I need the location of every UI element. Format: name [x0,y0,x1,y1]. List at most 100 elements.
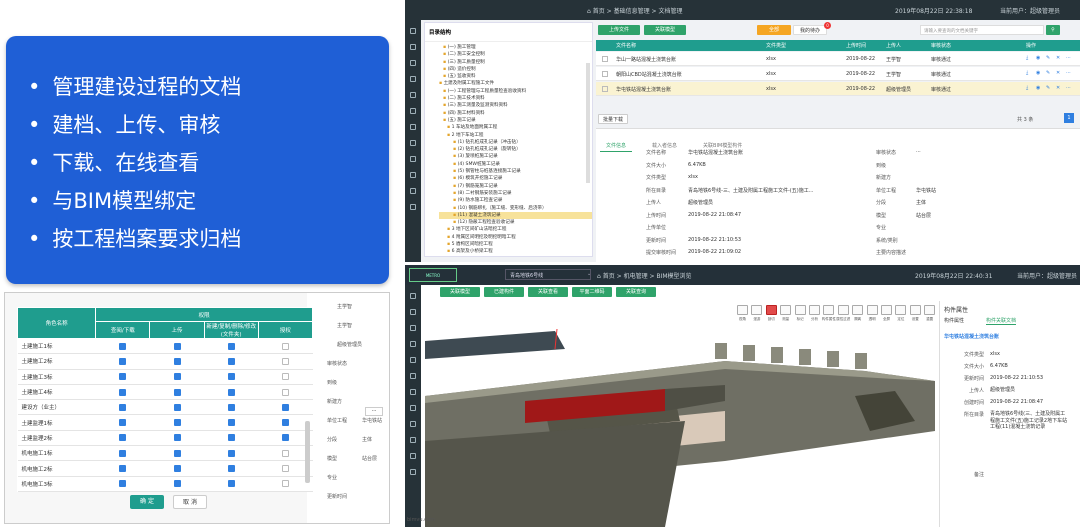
more-icon[interactable]: ⋯ [1066,85,1071,91]
tree-node[interactable]: ▪ 3 地下区间矿山法暗挖工程 [439,226,592,233]
sidebar-nav-icon[interactable] [410,140,416,146]
permission-checkbox[interactable] [281,449,289,457]
bim-action-button[interactable]: 关联模型 [440,287,480,297]
permission-checkbox[interactable] [173,357,181,365]
tree-node[interactable]: ▪ (二) 施工技术资料 [439,95,592,102]
tree-node[interactable]: ▪ (12) 隐蔽工程检查验收记录 [439,219,592,226]
permission-checkbox[interactable] [173,465,181,473]
permission-checkbox[interactable] [119,342,127,350]
dialog-scrollbar[interactable] [305,421,310,483]
permission-checkbox[interactable] [119,419,127,427]
permission-checkbox[interactable] [173,403,181,411]
permission-checkbox[interactable] [227,434,235,442]
tree-node[interactable]: ▪ (2) 钻孔桩成孔记录（旋转钻） [439,146,592,153]
permission-checkbox[interactable] [227,403,235,411]
permission-checkbox[interactable] [119,357,127,365]
detail-tab[interactable]: 文件信息 [600,140,633,152]
bim-tool-button[interactable] [837,305,849,315]
tree-node[interactable]: ▪ 2 地下车站工程 [439,132,592,139]
view-icon[interactable]: ◉ [1036,85,1040,91]
tree-node[interactable]: ▪ (五) 监收资料 [439,73,592,80]
tree-node[interactable]: ▪ (9) 防水施工检查记录 [439,197,592,204]
sidebar-nav-icon[interactable] [410,44,416,50]
tree-node[interactable]: ▪ (3) 旋喷桩施工记录 [439,153,592,160]
breadcrumb2-home[interactable]: 首页 [603,273,615,280]
bim-tool-button[interactable] [909,305,921,315]
view-icon[interactable]: ◉ [1036,55,1040,61]
edit-icon[interactable]: ✎ [1046,85,1050,91]
link-model-button[interactable]: 关联模型 [644,25,686,35]
sidebar-nav-icon[interactable] [410,437,416,443]
bim-viewport[interactable] [425,301,935,527]
tab-all[interactable]: 全部 [757,25,791,35]
permission-checkbox[interactable] [173,434,181,442]
delete-icon[interactable]: ✕ [1056,85,1060,91]
tree-node[interactable]: ▪ (10) 钢筋绑扎（施工缝、变形缝、后浇带） [439,205,592,212]
sidebar-nav-icon[interactable] [410,124,416,130]
permission-checkbox[interactable] [281,373,289,381]
view-icon[interactable]: ◉ [1036,70,1040,76]
sidebar-nav-icon[interactable] [410,325,416,331]
bim-tool-button[interactable] [924,305,936,315]
sidebar-nav-icon[interactable] [410,421,416,427]
permission-checkbox[interactable] [227,388,235,396]
permission-checkbox[interactable] [173,342,181,350]
tree-node[interactable]: ▪ (4) SMW桩施工记录 [439,161,592,168]
permission-checkbox[interactable] [119,388,127,396]
tree-node[interactable]: ▪ 6 高架及小桥梁工程 [439,248,592,255]
permission-checkbox[interactable] [281,403,289,411]
more-icon[interactable]: ⋯ [1066,55,1071,61]
tree-node[interactable]: ▪ (5) 钢管柱与桩基连接施工记录 [439,168,592,175]
project-select[interactable]: 青岛地铁6号线 [505,269,591,280]
breadcrumb2-mep[interactable]: 机电管理 [624,273,648,280]
bim-tool-button[interactable] [794,305,806,315]
download-icon[interactable]: ⤓ [1026,85,1028,91]
tree-node[interactable]: ▪ (四) 造价控制 [439,66,592,73]
permission-checkbox[interactable] [227,465,235,473]
edit-icon[interactable]: ✎ [1046,55,1050,61]
sidebar-nav-icon[interactable] [410,405,416,411]
permission-checkbox[interactable] [173,388,181,396]
permission-checkbox[interactable] [173,373,181,381]
permission-checkbox[interactable] [281,419,289,427]
permission-checkbox[interactable] [119,465,127,473]
permission-checkbox[interactable] [119,480,127,488]
bim-tool-button[interactable] [895,305,907,315]
linked-doc-name[interactable]: 华屯铁站混凝土浇筑台账 [944,333,999,340]
breadcrumb-home[interactable]: 首页 [593,8,605,15]
bim-tool-button[interactable] [881,305,892,315]
permission-checkbox[interactable] [281,480,289,488]
breadcrumb-basic[interactable]: 基础信息管理 [614,8,650,15]
cancel-button[interactable]: 取 消 [173,495,207,509]
ptab-properties[interactable]: 构件属性 [944,317,964,324]
tree-node[interactable]: ▪ (8) 二衬钢筋安装施工记录 [439,190,592,197]
delete-icon[interactable]: ✕ [1056,55,1060,61]
download-icon[interactable]: ⤓ [1026,70,1028,76]
bim-action-button[interactable]: 关联查询 [616,287,656,297]
sidebar-nav-icon[interactable] [410,373,416,379]
confirm-button[interactable]: 确 定 [130,495,164,509]
upload-file-button[interactable]: 上传文件 [598,25,640,35]
sidebar-nav-icon[interactable] [410,108,416,114]
tree-node[interactable]: ▪ (7) 钢筋笼施工记录 [439,183,592,190]
sidebar-nav-icon[interactable] [410,389,416,395]
ptab-docs[interactable]: 构件关联文档 [986,317,1017,325]
bim-tool-button[interactable] [809,305,820,315]
current-user[interactable]: 当前用户：超级管理员 [1000,6,1060,15]
permission-checkbox[interactable] [119,434,127,442]
bim-action-button[interactable]: 已建构件 [484,287,524,297]
delete-icon[interactable]: ✕ [1056,70,1060,76]
tree-node[interactable]: ▪ (6) 模筑开挖施工记录 [439,175,592,182]
permission-checkbox[interactable] [281,357,289,365]
permission-checkbox[interactable] [227,357,235,365]
more-icon[interactable]: ⋯ [1066,70,1071,76]
tree-node[interactable]: ▪ (三) 施工质量控制 [439,59,592,66]
tree-scrollbar[interactable] [586,63,590,183]
bim-tool-button[interactable] [765,305,777,315]
permission-checkbox[interactable] [227,480,235,488]
sidebar-nav-icon[interactable] [410,76,416,82]
bg-more-button[interactable]: ··· [365,407,383,416]
permission-checkbox[interactable] [173,449,181,457]
sidebar-nav-icon[interactable] [410,357,416,363]
permission-checkbox[interactable] [119,449,127,457]
